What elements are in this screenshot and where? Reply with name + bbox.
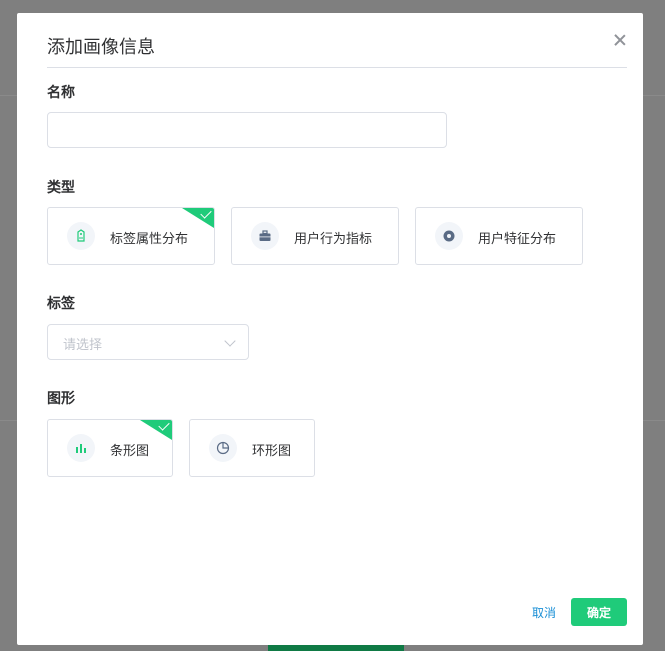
add-profile-dialog: 添加画像信息 名称 类型 标签属性分布 用户行为指标 用户特征分布 标签 请选择… [17, 13, 643, 645]
cancel-button[interactable]: 取消 [532, 604, 556, 621]
tag-icon [67, 222, 95, 250]
name-label: 名称 [47, 85, 75, 101]
type-card-label: 用户特征分布 [478, 232, 557, 247]
donut-chart-icon [209, 434, 237, 462]
graph-card-label: 条形图 [110, 444, 150, 459]
type-card-tag-attribute[interactable]: 标签属性分布 [47, 207, 215, 265]
close-icon[interactable] [613, 33, 627, 47]
selected-check-icon [140, 420, 172, 440]
type-card-feature-distribution[interactable]: 用户特征分布 [415, 207, 583, 265]
tag-select-placeholder: 请选择 [63, 338, 103, 353]
selected-check-icon [182, 208, 214, 228]
graph-card-bar[interactable]: 条形图 [47, 419, 173, 477]
briefcase-icon [251, 222, 279, 250]
name-input[interactable] [47, 112, 447, 148]
chevron-down-icon [224, 335, 236, 347]
dialog-title: 添加画像信息 [47, 37, 155, 58]
type-label: 类型 [47, 180, 75, 196]
type-card-label: 用户行为指标 [294, 232, 373, 247]
confirm-button[interactable]: 确定 [571, 598, 627, 626]
graph-card-donut[interactable]: 环形图 [189, 419, 315, 477]
graph-card-label: 环形图 [252, 444, 292, 459]
tag-label: 标签 [47, 296, 75, 312]
type-card-label: 标签属性分布 [110, 232, 189, 247]
bar-chart-icon [67, 434, 95, 462]
tag-select[interactable]: 请选择 [47, 324, 249, 360]
graph-label: 图形 [47, 391, 75, 407]
type-card-behavior-metric[interactable]: 用户行为指标 [231, 207, 399, 265]
dialog-header: 添加画像信息 [47, 13, 627, 68]
target-icon [435, 222, 463, 250]
